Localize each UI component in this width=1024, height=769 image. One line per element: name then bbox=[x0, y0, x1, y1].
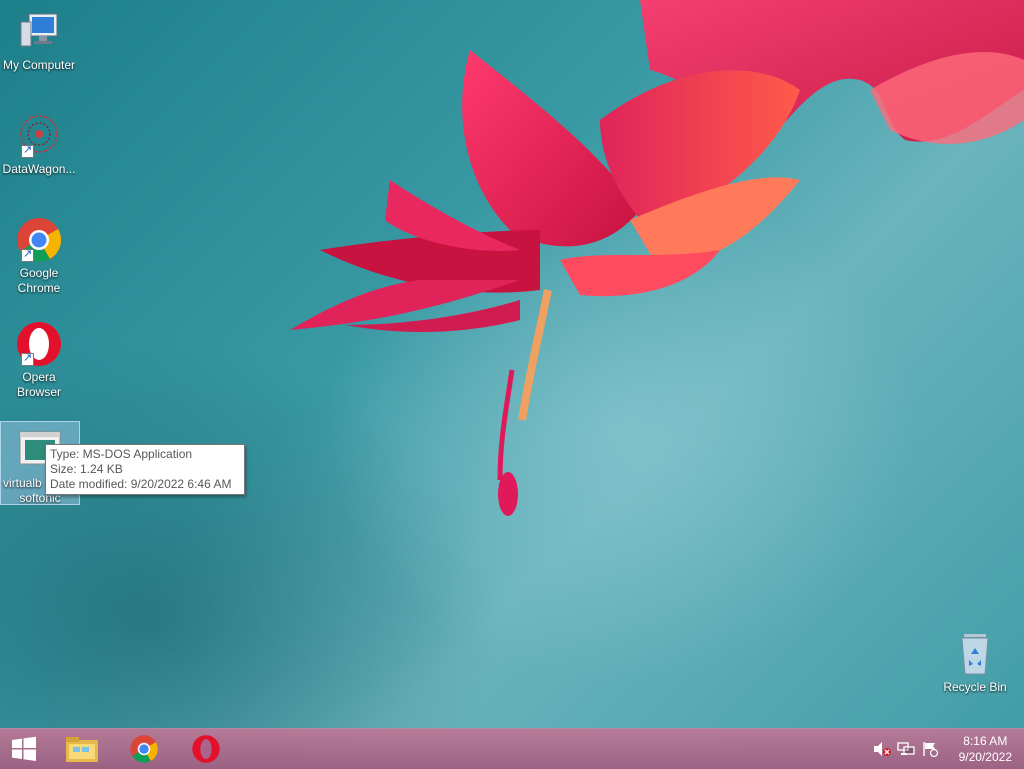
shortcut-arrow-icon bbox=[21, 247, 34, 262]
chrome-icon bbox=[15, 216, 63, 264]
taskbar-file-explorer[interactable] bbox=[54, 729, 110, 769]
volume-muted-icon bbox=[874, 742, 891, 756]
shortcut-arrow-icon bbox=[21, 143, 34, 158]
taskbar-clock[interactable]: 8:16 AM 9/20/2022 bbox=[959, 733, 1012, 765]
opera-icon bbox=[192, 735, 220, 763]
desktop-icon-label: Opera Browser bbox=[16, 370, 61, 399]
file-tooltip: Type: MS-DOS Application Size: 1.24 KB D… bbox=[45, 444, 245, 495]
desktop-icon-label: Recycle Bin bbox=[943, 680, 1007, 694]
desktop-icon-recycle-bin[interactable]: Recycle Bin bbox=[936, 630, 1014, 695]
action-center-flag-icon bbox=[923, 742, 939, 757]
taskbar-opera[interactable] bbox=[178, 729, 234, 769]
taskbar-chrome[interactable] bbox=[116, 729, 172, 769]
file-explorer-icon bbox=[66, 737, 98, 762]
desktop-icon-label: DataWagon... bbox=[2, 162, 76, 176]
computer-icon bbox=[15, 8, 63, 56]
start-button[interactable] bbox=[0, 729, 48, 769]
clock-time: 8:16 AM bbox=[963, 734, 1008, 748]
tray-action-center[interactable] bbox=[920, 729, 940, 769]
network-icon bbox=[897, 742, 915, 755]
desktop-icon-my-computer[interactable]: My Computer bbox=[0, 8, 78, 73]
wallpaper-flower bbox=[290, 0, 1024, 516]
shortcut-arrow-icon bbox=[21, 351, 34, 366]
desktop-icon-label: My Computer bbox=[2, 58, 76, 72]
windows-start-icon bbox=[12, 736, 36, 761]
tooltip-size: Size: 1.24 KB bbox=[50, 462, 123, 476]
clock-date: 9/20/2022 bbox=[958, 750, 1012, 764]
datawagon-icon bbox=[15, 112, 63, 160]
desktop-icon-datawagon[interactable]: DataWagon... bbox=[0, 112, 78, 177]
tooltip-date-modified: Date modified: 9/20/2022 6:46 AM bbox=[50, 477, 232, 491]
desktop-icon-label: Google Chrome bbox=[17, 266, 61, 295]
tooltip-type: Type: MS-DOS Application bbox=[50, 447, 193, 461]
taskbar: 8:16 AM 9/20/2022 bbox=[0, 728, 1024, 769]
tray-volume[interactable] bbox=[872, 729, 892, 769]
opera-icon bbox=[15, 320, 63, 368]
chrome-icon bbox=[130, 735, 158, 763]
desktop-icon-opera-browser[interactable]: Opera Browser bbox=[0, 320, 78, 400]
desktop-icon-google-chrome[interactable]: Google Chrome bbox=[0, 216, 78, 296]
tray-network[interactable] bbox=[896, 729, 916, 769]
recycle-bin-icon bbox=[951, 630, 999, 678]
